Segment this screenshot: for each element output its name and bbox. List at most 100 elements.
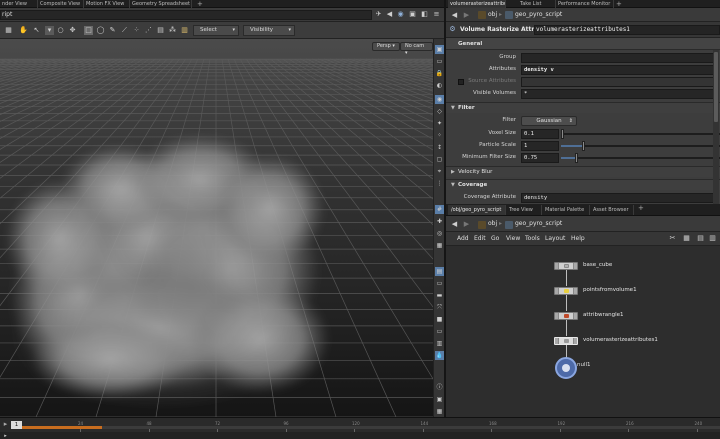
globe-icon[interactable]: ◉ [396, 10, 405, 19]
tab-take-list[interactable]: Take List [518, 0, 556, 8]
bypass-flag[interactable] [555, 338, 559, 344]
attributes-field[interactable]: density v [521, 65, 717, 75]
edges-mode-icon[interactable]: ⋰ [144, 26, 153, 35]
tab-asset-browser[interactable]: Asset Browser [590, 205, 634, 215]
select-dropdown[interactable]: Select ▾ [193, 25, 239, 36]
timeline-bar[interactable] [22, 426, 720, 429]
normals-icon[interactable]: ↕ [435, 143, 444, 152]
vertices-mode-icon[interactable]: ⁂ [168, 26, 177, 35]
add-network-tab-icon[interactable]: + [638, 204, 644, 212]
menu-go[interactable]: Go [491, 235, 499, 242]
filter-section-header[interactable]: ▼ Filter [446, 102, 720, 113]
render-region-icon[interactable]: ▭ [435, 279, 444, 288]
grid-layout-icon[interactable]: ▦ [682, 234, 691, 243]
menu-tools[interactable]: Tools [525, 235, 540, 242]
select-arrow-icon[interactable]: ↖ [32, 26, 41, 35]
node-body[interactable] [554, 262, 578, 270]
origin-icon[interactable]: ✚ [435, 217, 444, 226]
source-attributes-field[interactable] [521, 77, 717, 87]
bypass-flag[interactable] [555, 263, 559, 269]
select-mode-icon[interactable]: ▾ [45, 26, 54, 35]
visible-volumes-field[interactable]: * [521, 89, 717, 99]
droplet-icon[interactable]: 💧 [435, 351, 444, 360]
network-editor[interactable]: base_cube pointsfromvolume1 attribwrangl… [446, 246, 720, 417]
transform-icon[interactable]: ⤧ [435, 303, 444, 312]
node-body[interactable] [554, 312, 578, 320]
network-crumb-geo-pyro-script[interactable]: geo_pyro_script [515, 219, 562, 229]
node-name-field[interactable]: volumerasterizeattributes1 [534, 25, 720, 35]
wireframe-icon[interactable]: ◇ [435, 107, 444, 116]
viewport-layout-icon[interactable]: ▦ [435, 241, 444, 250]
background-icon[interactable]: ▬ [435, 291, 444, 300]
menu-layout[interactable]: Layout [545, 235, 565, 242]
voxel-size-slider-handle[interactable] [561, 129, 564, 139]
tab-render-view[interactable]: nder View [0, 0, 38, 8]
fog-icon[interactable]: ▥ [435, 339, 444, 348]
display-flag[interactable] [573, 313, 577, 319]
point-numbers-icon[interactable]: ⁘ [435, 131, 444, 140]
ghost-icon[interactable]: ◉ [435, 95, 444, 104]
coverage-attribute-field[interactable]: density [521, 193, 717, 203]
network-crumb-obj[interactable]: obj [488, 219, 497, 229]
tools-wrench-icon[interactable]: ✂ [668, 234, 677, 243]
box-select-icon[interactable]: □ [84, 26, 93, 35]
crumb-geo-pyro-script[interactable]: geo_pyro_script [515, 10, 562, 20]
tab-material-palette[interactable]: Material Palette [542, 205, 590, 215]
info-icon[interactable]: ⓘ [435, 383, 444, 392]
network-forward-icon[interactable]: ▶ [462, 220, 471, 229]
voxel-size-slider-track[interactable] [561, 133, 720, 135]
voxel-size-field[interactable]: 0.1 [521, 129, 559, 139]
viewport-settings-icon[interactable]: ▦ [435, 407, 444, 416]
node-body[interactable] [554, 287, 578, 295]
no-cam-button[interactable]: No cam ▾ [400, 42, 433, 56]
folder-tab-general[interactable]: General [446, 38, 720, 50]
view-tool-icon[interactable]: ✋ [19, 26, 28, 35]
grid-icon[interactable]: # [435, 205, 444, 214]
playback-icon[interactable]: ▸ [1, 432, 10, 439]
network-back-icon[interactable]: ◀ [450, 220, 459, 229]
menu-edit[interactable]: Edit [474, 235, 486, 242]
crumb-obj[interactable]: obj [488, 10, 497, 20]
prims-mode-icon[interactable]: ▤ [156, 26, 165, 35]
pin-icon[interactable]: ✈ [374, 10, 383, 19]
handle-tool-icon[interactable]: ▦ [4, 26, 13, 35]
paint-select-icon[interactable]: ⟋ [120, 26, 129, 35]
menu-view[interactable]: View [506, 235, 520, 242]
display-options-icon[interactable]: ▭ [435, 57, 444, 66]
menu-add[interactable]: Add [457, 235, 469, 242]
parameter-scrollbar[interactable] [713, 50, 719, 204]
viewer-menu-icon[interactable]: ≡ [432, 10, 441, 19]
back-arrow-icon[interactable]: ◀ [450, 11, 459, 20]
tab-tree-view[interactable]: Tree View [506, 205, 542, 215]
tab-composite-view[interactable]: Composite View [38, 0, 84, 8]
scene-viewport[interactable]: Persp ▾ No cam ▾ [0, 39, 433, 417]
snapshot-icon[interactable]: ◧ [420, 10, 429, 19]
snap-icon[interactable]: ⌖ [435, 167, 444, 176]
stop-icon[interactable]: ■ [435, 315, 444, 324]
coverage-section-header[interactable]: ▼ Coverage [446, 179, 720, 190]
add-tab-icon-right[interactable]: + [616, 0, 622, 8]
timeline[interactable]: ▸ 1 24 48 72 96 120 144 168 192 216 240 ▸ [0, 417, 720, 439]
particle-scale-slider-handle[interactable] [582, 141, 585, 151]
objects-mode-icon[interactable]: ▥ [180, 26, 189, 35]
node-body[interactable] [554, 337, 578, 345]
menu-help[interactable]: Help [571, 235, 585, 242]
forward-arrow-icon[interactable]: ▶ [462, 11, 471, 20]
list-view-icon[interactable]: ▤ [696, 234, 705, 243]
guides-icon[interactable]: ⋮ [435, 179, 444, 188]
persp-camera-button[interactable]: Persp ▾ [372, 42, 400, 51]
parameter-scrollbar-thumb[interactable] [714, 52, 718, 122]
camera-view-icon[interactable]: ◎ [435, 229, 444, 238]
hud-icon[interactable]: ▭ [435, 327, 444, 336]
tab-geometry-spreadsheet[interactable]: Geometry Spreadsheet [130, 0, 192, 8]
bypass-flag[interactable] [555, 288, 559, 294]
current-frame-field[interactable]: 1 [11, 421, 22, 429]
secure-select-icon[interactable]: ○ [56, 26, 65, 35]
network-options-icon[interactable]: ▥ [708, 234, 717, 243]
display-flag[interactable] [573, 263, 577, 269]
filter-menu[interactable]: Gaussian ⇕ [521, 116, 577, 126]
tab-motion-fx-view[interactable]: Motion FX View [84, 0, 130, 8]
brush-select-icon[interactable]: ✎ [108, 26, 117, 35]
points-mode-icon[interactable]: ⁘ [132, 26, 141, 35]
add-tab-icon[interactable]: + [197, 0, 203, 8]
